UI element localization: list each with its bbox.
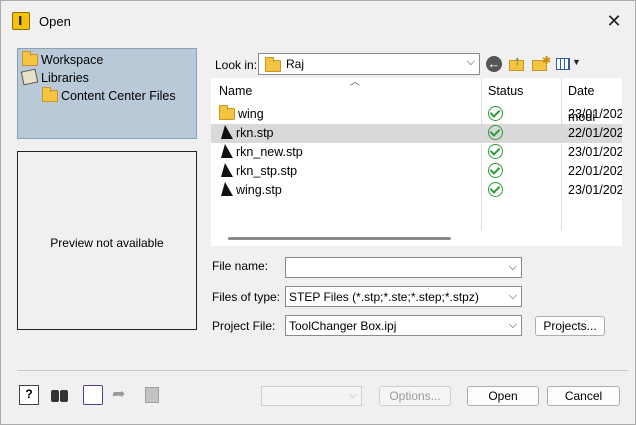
folder-icon	[265, 57, 281, 72]
projects-button[interactable]: Projects...	[535, 316, 605, 336]
chevron-down-icon: ⌵	[508, 319, 517, 331]
file-name: wing.stp	[219, 181, 282, 200]
options-combo: ⌵	[261, 386, 362, 406]
app-icon	[12, 12, 30, 30]
check-circle-icon	[488, 125, 503, 140]
place-label: Workspace	[41, 53, 104, 67]
new-folder-icon[interactable]: ✱	[532, 55, 551, 73]
check-circle-icon	[488, 106, 503, 121]
folder-icon	[22, 51, 38, 66]
filetype-dropdown[interactable]: STEP Files (*.stp;*.ste;*.step;*.stpz) ⌵	[285, 286, 522, 307]
status-cell	[481, 105, 511, 124]
open-button[interactable]: Open	[467, 386, 539, 406]
column-header-status[interactable]: Status	[488, 78, 523, 104]
column-header-name[interactable]: Name ︿	[219, 78, 360, 104]
file-name: rkn_stp.stp	[219, 162, 297, 181]
help-icon[interactable]: ?	[19, 385, 39, 405]
file-name: wing	[219, 105, 264, 124]
window-title: Open	[39, 14, 71, 29]
options-button: Options...	[379, 386, 451, 406]
file-name: rkn.stp	[219, 124, 274, 143]
up-folder-icon[interactable]: ↑	[509, 53, 527, 73]
place-label: Content Center Files	[61, 89, 176, 103]
status-cell	[481, 143, 511, 162]
library-icon	[20, 68, 39, 86]
lookin-dropdown[interactable]: Raj ⌵	[258, 53, 480, 75]
file-row-rkn-stp[interactable]: rkn.stp 22/01/2025	[211, 124, 622, 143]
file-list[interactable]: Name︿ Status Date modi wing 23/01/2025 r…	[211, 78, 622, 246]
file-name: rkn_new.stp	[219, 143, 303, 162]
place-content-center-files[interactable]: Content Center Files	[42, 87, 176, 105]
folder-icon	[219, 105, 235, 120]
preview-pane: Preview not available	[17, 151, 197, 330]
check-circle-icon	[488, 163, 503, 178]
filename-label: File name:	[212, 259, 269, 273]
check-circle-icon	[488, 182, 503, 197]
file-row-wing-stp[interactable]: wing.stp 23/01/2025	[211, 181, 622, 200]
step-file-icon	[219, 182, 233, 196]
horizontal-scrollbar[interactable]	[228, 237, 451, 240]
folder-icon	[42, 87, 58, 102]
chevron-down-icon: ⌵	[508, 290, 517, 302]
file-row-wing[interactable]: wing 23/01/2025	[211, 105, 622, 124]
status-cell	[481, 181, 511, 200]
place-workspace[interactable]: Workspace	[22, 51, 103, 69]
chevron-down-icon: ⌵	[348, 389, 357, 401]
cancel-button[interactable]: Cancel	[547, 386, 620, 406]
date-modified: 23/01/2025	[568, 183, 622, 197]
title-bar: Open ✕	[1, 1, 635, 41]
open-dialog: Open ✕ Workspace Libraries Content Cente…	[0, 0, 636, 425]
filetype-label: Files of type:	[212, 290, 281, 304]
date-modified: 22/01/2025	[568, 164, 622, 178]
share-icon: ➦	[112, 386, 126, 403]
lookin-label: Look in:	[215, 58, 258, 72]
step-file-icon	[219, 163, 233, 177]
file-row-rkn-stp-stp[interactable]: rkn_stp.stp 22/01/2025	[211, 162, 622, 181]
close-icon[interactable]: ✕	[601, 9, 627, 33]
places-panel: Workspace Libraries Content Center Files	[17, 48, 197, 139]
step-file-icon	[219, 125, 233, 139]
footer-divider	[17, 370, 628, 371]
sort-ascending-icon: ︿	[350, 78, 360, 88]
check-circle-icon	[488, 144, 503, 159]
project-file-value: ToolChanger Box.ipj	[289, 319, 397, 333]
column-header-date[interactable]: Date modi	[568, 78, 622, 124]
status-cell	[481, 162, 511, 181]
file-row-rkn-new-stp[interactable]: rkn_new.stp 23/01/2025	[211, 143, 622, 162]
project-file-dropdown[interactable]: ToolChanger Box.ipj ⌵	[285, 315, 522, 336]
chevron-down-icon: ⌵	[466, 56, 475, 68]
filetype-value: STEP Files (*.stp;*.ste;*.step;*.stpz)	[289, 290, 479, 304]
chevron-down-icon: ⌵	[508, 261, 517, 273]
place-libraries[interactable]: Libraries	[20, 68, 89, 87]
view-menu-icon[interactable]: ▼	[556, 55, 581, 73]
vault-icon	[143, 385, 163, 405]
find-icon[interactable]	[49, 385, 69, 405]
place-label: Libraries	[41, 71, 89, 85]
project-file-label: Project File:	[212, 319, 276, 333]
status-cell	[481, 124, 511, 143]
preview-text: Preview not available	[50, 236, 164, 250]
back-icon[interactable]: ←	[486, 56, 502, 72]
date-modified: 23/01/2025	[568, 145, 622, 159]
lookin-value: Raj	[286, 57, 305, 71]
date-modified: 23/01/2025	[568, 107, 622, 121]
filename-input[interactable]: ⌵	[285, 257, 522, 278]
document-icon[interactable]	[83, 385, 103, 405]
step-file-icon	[219, 144, 233, 158]
date-modified: 22/01/2025	[568, 126, 622, 140]
